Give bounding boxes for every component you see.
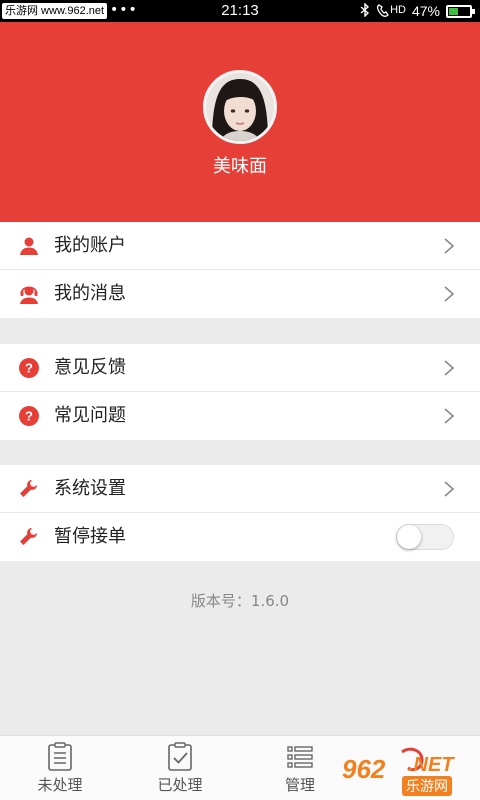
tab-unprocessed[interactable]: 未处理: [0, 736, 120, 800]
question-circle-icon: ?: [19, 406, 39, 426]
menu-item-messages-label: 我的消息: [54, 283, 126, 304]
chevron-right-icon: [444, 408, 455, 424]
battery-fill: [449, 7, 458, 15]
menu-item-settings-label: 系统设置: [54, 478, 126, 499]
headset-person-icon: [20, 286, 38, 304]
menu-item-faq-label: 常见问题: [54, 405, 126, 426]
chevron-right-icon: [444, 481, 455, 497]
svg-text:?: ?: [25, 361, 33, 376]
username: 美味面: [213, 156, 267, 177]
menu-item-account-label: 我的账户: [54, 235, 126, 256]
hd-badge: HD: [390, 4, 406, 16]
person-icon: [20, 237, 38, 255]
menu-item-faq[interactable]: ? 常见问题: [0, 392, 480, 440]
tab-unprocessed-label: 未处理: [37, 776, 83, 794]
menu-item-feedback-label: 意见反馈: [54, 357, 126, 378]
phone-hd-icon: HD: [376, 4, 406, 18]
status-bar: 乐游网 www.962.net ••• 21:13 HD 47%: [0, 0, 480, 22]
list-manage-icon: [287, 746, 313, 768]
status-right: HD 47%: [360, 1, 475, 20]
menu-item-account[interactable]: 我的账户: [0, 222, 480, 270]
menu-group-settings: 系统设置 暂停接单: [0, 465, 480, 561]
document-list-icon: [48, 742, 72, 771]
menu-group-account: 我的账户 我的消息: [0, 222, 480, 318]
menu-group-help: ? 意见反馈 ? 常见问题: [0, 344, 480, 440]
toggle-knob: [397, 525, 421, 549]
svg-text:?: ?: [25, 409, 33, 424]
battery-icon: [446, 4, 475, 18]
battery-percent: 47%: [411, 3, 440, 19]
chevron-right-icon: [444, 360, 455, 376]
bluetooth-icon: [360, 1, 370, 20]
profile-header: 美味面: [0, 22, 480, 222]
clipboard-check-icon: [168, 742, 192, 771]
corner-watermark-text: 962: [342, 754, 386, 784]
pause-orders-toggle[interactable]: [396, 524, 454, 550]
menu-item-settings[interactable]: 系统设置: [0, 465, 480, 513]
avatar-photo: [206, 73, 274, 141]
corner-watermark: 962 .NET 乐游网: [340, 746, 476, 796]
chevron-right-icon: [444, 238, 455, 254]
menu-item-pause-orders: 暂停接单: [0, 513, 480, 561]
avatar[interactable]: [203, 70, 277, 144]
corner-watermark-sub: 乐游网: [402, 776, 452, 796]
menu-item-feedback[interactable]: ? 意见反馈: [0, 344, 480, 392]
question-circle-icon: ?: [19, 358, 39, 378]
tab-processed[interactable]: 已处理: [120, 736, 240, 800]
wrench-icon: [20, 480, 37, 497]
tab-processed-label: 已处理: [157, 776, 203, 794]
wrench-icon: [20, 528, 37, 545]
chevron-right-icon: [444, 286, 455, 302]
menu-item-pause-orders-label: 暂停接单: [54, 526, 126, 547]
corner-watermark-suffix: .NET: [408, 754, 454, 776]
menu-item-messages[interactable]: 我的消息: [0, 270, 480, 318]
version-text: 版本号：1.6.0: [190, 592, 290, 610]
